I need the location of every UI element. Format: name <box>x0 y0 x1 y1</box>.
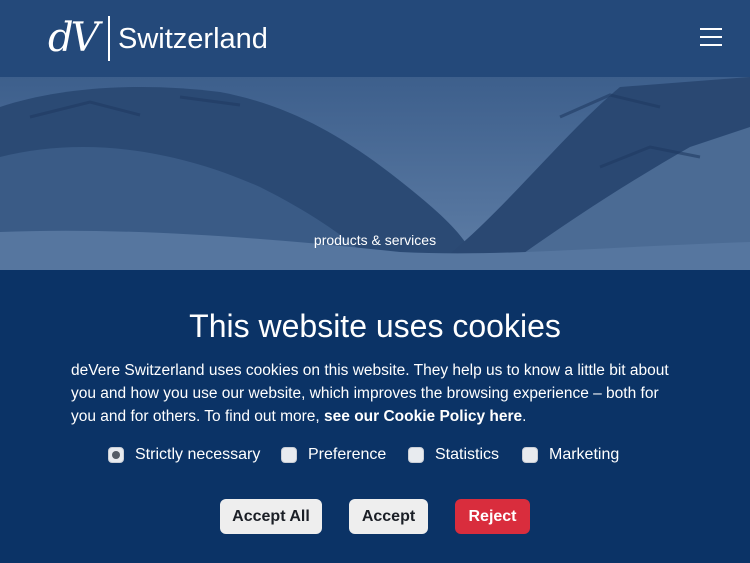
accept-all-button[interactable]: Accept All <box>220 499 322 534</box>
hero-caption: products & services <box>313 232 437 248</box>
preference-checkbox[interactable] <box>281 447 297 463</box>
option-preference[interactable]: Preference <box>281 444 386 466</box>
hamburger-menu-icon[interactable] <box>700 26 724 48</box>
statistics-checkbox[interactable] <box>408 447 424 463</box>
cookie-policy-link[interactable]: see our Cookie Policy here <box>324 408 522 425</box>
option-label: Strictly necessary <box>135 446 261 463</box>
option-statistics[interactable]: Statistics <box>408 444 499 466</box>
option-label: Preference <box>308 446 387 463</box>
logo-text[interactable]: Switzerland <box>118 21 268 57</box>
hero-banner: products & services <box>0 77 750 270</box>
marketing-checkbox[interactable] <box>522 447 538 463</box>
cookie-description: deVere Switzerland uses cookies on this … <box>71 359 681 428</box>
option-marketing[interactable]: Marketing <box>522 444 619 466</box>
cookie-title: This website uses cookies <box>189 308 561 344</box>
option-label: Statistics <box>435 446 500 463</box>
option-label: Marketing <box>549 446 620 463</box>
cookie-text-end: . <box>522 408 527 425</box>
cookie-consent-panel: This website uses cookies deVere Switzer… <box>0 270 750 563</box>
strictly-necessary-checkbox[interactable] <box>108 447 124 463</box>
accept-button[interactable]: Accept <box>349 499 428 534</box>
option-strictly-necessary[interactable]: Strictly necessary <box>108 444 260 466</box>
logo-divider <box>108 16 110 61</box>
logo-mark[interactable]: dV <box>48 14 99 62</box>
reject-button[interactable]: Reject <box>455 499 530 534</box>
site-header: dV Switzerland <box>0 0 750 77</box>
